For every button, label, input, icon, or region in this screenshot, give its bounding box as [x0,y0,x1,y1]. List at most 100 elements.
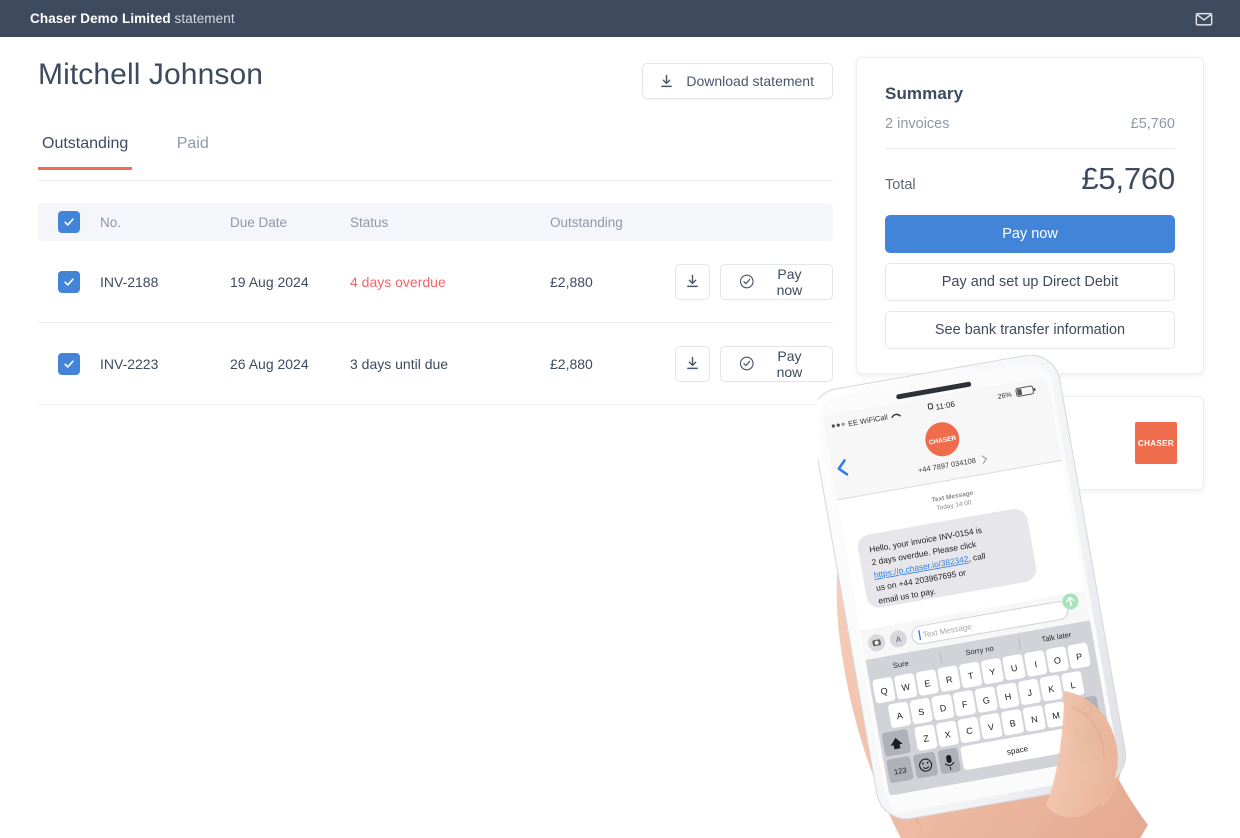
pay-now-label: Pay now [776,347,803,380]
app-topbar: Chaser Demo Limited statement [0,0,1240,37]
keyboard-row-3: Z X C V B N M [881,695,1100,757]
summary-invoice-line: 2 invoices £5,760 [885,116,1175,132]
emoji-key [913,751,938,779]
check-icon [64,277,74,286]
chaser-logo-text: CHASER [1137,438,1175,448]
brand-card: CHASER [856,396,1204,490]
summary-invoice-amount: £5,760 [1130,116,1175,132]
svg-text:D: D [939,703,948,714]
svg-text:return: return [1079,732,1100,744]
keyboard-row-1: Q W E R T Y U I O P [872,642,1091,704]
svg-text:Hello, your invoice INV-0154 i: Hello, your invoice INV-0154 is 2 days o… [868,524,993,605]
svg-text:T: T [967,670,975,681]
summary-title: Summary [885,84,964,103]
download-icon [687,274,699,288]
topbar-title-suffix: statement [170,11,235,26]
summary-invoice-count: 2 invoices [885,116,950,132]
phone-keyboard: Sure Sorry no Talk later Q W E R T Y U I… [865,620,1114,796]
prediction-1: Sorry no [965,644,994,658]
svg-text:123: 123 [893,766,907,777]
invoice-status: 3 days until due [350,355,449,372]
pay-direct-debit-button[interactable]: Pay and set up Direct Debit [885,263,1175,301]
header-select-all-cell [38,211,100,233]
statement-tabs: Outstanding Paid [38,135,833,181]
row-actions: Pay now [675,345,833,382]
app-store-button [889,630,907,648]
summary-card: Summary 2 invoices £5,760 Total £5,760 P… [856,57,1204,374]
row-checkbox[interactable] [58,270,80,293]
shift-key [881,729,911,757]
svg-text:I: I [1034,659,1038,669]
message-meta-line1: Text Message [931,490,974,504]
hand-graphic [836,470,1148,838]
pay-now-row-button[interactable]: Pay now [720,263,833,300]
statement-page: Chaser Demo Limited statement Mitchell J… [0,0,1240,838]
tab-outstanding[interactable]: Outstanding [38,135,133,170]
topbar-title: Chaser Demo Limited statement [30,11,235,26]
download-statement-label: Download statement [686,73,814,89]
row-actions: Pay now [675,263,833,300]
summary-total-value: £5,760 [1081,161,1175,196]
invoice-outstanding: £2,880 [550,273,593,290]
invoice-due-date: 19 Aug 2024 [230,273,309,290]
table-header-row: No. Due Date Status Outstanding [38,203,833,241]
prediction-0: Sure [892,659,909,671]
svg-text:Z: Z [922,733,930,744]
summary-total-line: Total £5,760 [885,161,1175,197]
chaser-logo: CHASER [1135,422,1177,464]
download-icon [661,74,673,87]
svg-text:E: E [924,678,932,689]
bank-transfer-info-button[interactable]: See bank transfer information [885,311,1175,349]
compose-bar: A Text Message [860,590,1090,660]
svg-text:C: C [965,725,974,736]
svg-text:L: L [1070,680,1077,691]
text-cursor [918,630,922,641]
invoice-number: INV-2188 [100,273,159,290]
download-invoice-button[interactable] [675,263,711,300]
svg-text:J: J [1027,688,1033,699]
back-chevron-icon [837,459,849,476]
backspace-key [1071,695,1100,724]
download-invoice-button[interactable] [675,345,711,382]
header-due-date: Due Date [230,214,288,230]
summary-divider [885,148,1175,149]
send-button [1062,593,1079,610]
invoice-number: INV-2223 [100,355,159,372]
pay-now-label: Pay now [776,265,803,298]
svg-text:X: X [944,729,952,740]
table-row: INV-2188 19 Aug 2024 4 days overdue £2,8… [38,241,833,323]
download-statement-button[interactable]: Download statement [642,63,833,99]
select-all-checkbox[interactable] [58,211,80,233]
svg-text:P: P [1075,651,1083,662]
prediction-2: Talk later [1041,630,1073,644]
numbers-key [886,756,914,783]
tab-paid[interactable]: Paid [173,135,213,167]
statement-main-column: Mitchell Johnson Download statement Outs… [38,57,833,405]
header-number: No. [100,214,122,230]
header-outstanding: Outstanding [550,214,623,230]
svg-text:K: K [1048,684,1056,695]
svg-text:R: R [945,674,954,685]
sms-bubble: Hello, your invoice INV-0154 is 2 days o… [857,508,1037,608]
check-icon [64,218,74,226]
compose-placeholder: Text Message [922,622,973,640]
keyboard-row-2: A S D F G H J K L [888,671,1085,728]
summary-rail: Summary 2 invoices £5,760 Total £5,760 P… [856,57,1204,490]
pay-now-button[interactable]: Pay now [885,215,1175,253]
svg-text:H: H [1004,691,1012,702]
header-status: Status [350,214,389,230]
svg-text:U: U [1010,663,1018,674]
page-content: Mitchell Johnson Download statement Outs… [0,37,1240,838]
svg-text:G: G [982,695,991,706]
invoices-table: No. Due Date Status Outstanding INV-2188… [38,203,833,405]
svg-text:A: A [896,710,904,721]
pay-now-row-button[interactable]: Pay now [720,345,833,382]
keyboard-row-4: 123 space return [886,722,1105,783]
mail-button[interactable] [1192,7,1216,31]
invoice-status: 4 days overdue [350,273,446,290]
svg-text:Q: Q [880,686,889,697]
svg-text:O: O [1053,655,1062,666]
svg-text:V: V [987,722,995,733]
row-checkbox[interactable] [58,352,80,375]
camera-button [868,634,886,652]
